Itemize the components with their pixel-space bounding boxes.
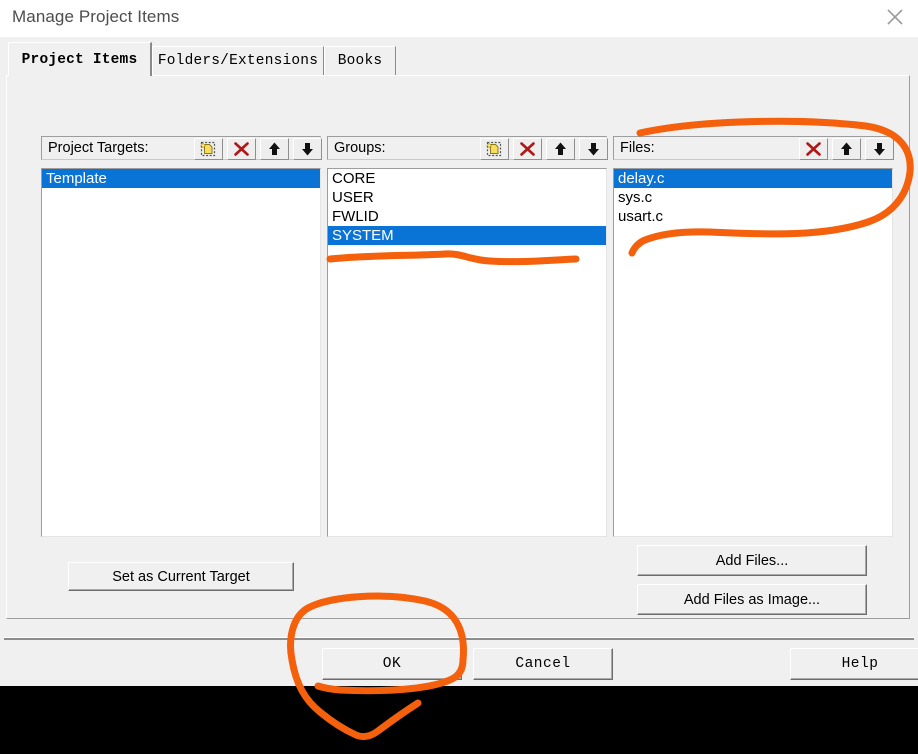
move-down-icon[interactable] <box>865 138 894 160</box>
new-icon[interactable] <box>194 138 223 160</box>
move-up-icon[interactable] <box>832 138 861 160</box>
list-item[interactable]: CORE <box>328 169 606 188</box>
move-up-icon[interactable] <box>260 138 289 160</box>
files-label: Files: <box>620 140 655 156</box>
list-item[interactable]: sys.c <box>614 188 892 207</box>
move-down-icon[interactable] <box>579 138 608 160</box>
tab-folders-extensions[interactable]: Folders/Extensions <box>152 46 324 75</box>
groups-header: Groups: <box>327 136 608 160</box>
tab-strip: Project Items Folders/Extensions Books <box>0 37 918 76</box>
delete-icon[interactable] <box>513 138 542 160</box>
list-item[interactable]: Template <box>42 169 320 188</box>
add-files-button[interactable]: Add Files... <box>637 545 867 576</box>
add-files-as-image-button[interactable]: Add Files as Image... <box>637 584 867 615</box>
groups-list[interactable]: CORE USER FWLID SYSTEM <box>327 168 607 537</box>
list-item[interactable]: USER <box>328 188 606 207</box>
move-up-icon[interactable] <box>546 138 575 160</box>
new-icon[interactable] <box>480 138 509 160</box>
groups-label: Groups: <box>334 140 386 156</box>
delete-icon[interactable] <box>227 138 256 160</box>
manage-project-items-dialog: Manage Project Items Project Items Folde… <box>0 0 918 686</box>
title-bar: Manage Project Items <box>0 0 918 37</box>
ok-button[interactable]: OK <box>322 648 462 680</box>
delete-icon[interactable] <box>799 138 828 160</box>
files-list[interactable]: delay.c sys.c usart.c <box>613 168 893 537</box>
tab-project-items[interactable]: Project Items <box>8 42 152 76</box>
tab-books[interactable]: Books <box>324 46 396 75</box>
set-as-current-target-button[interactable]: Set as Current Target <box>68 562 294 591</box>
footer-divider <box>4 637 914 640</box>
list-item[interactable]: usart.c <box>614 207 892 226</box>
project-targets-list[interactable]: Template <box>41 168 321 537</box>
project-targets-label: Project Targets: <box>48 140 149 156</box>
list-item[interactable]: SYSTEM <box>328 226 606 245</box>
help-button[interactable]: Help <box>790 648 918 680</box>
cancel-button[interactable]: Cancel <box>473 648 613 680</box>
list-item[interactable]: delay.c <box>614 169 892 188</box>
move-down-icon[interactable] <box>293 138 322 160</box>
list-item[interactable]: FWLID <box>328 207 606 226</box>
project-targets-header: Project Targets: <box>41 136 322 160</box>
close-icon[interactable] <box>872 0 918 34</box>
window-title: Manage Project Items <box>12 7 180 26</box>
files-header: Files: <box>613 136 894 160</box>
